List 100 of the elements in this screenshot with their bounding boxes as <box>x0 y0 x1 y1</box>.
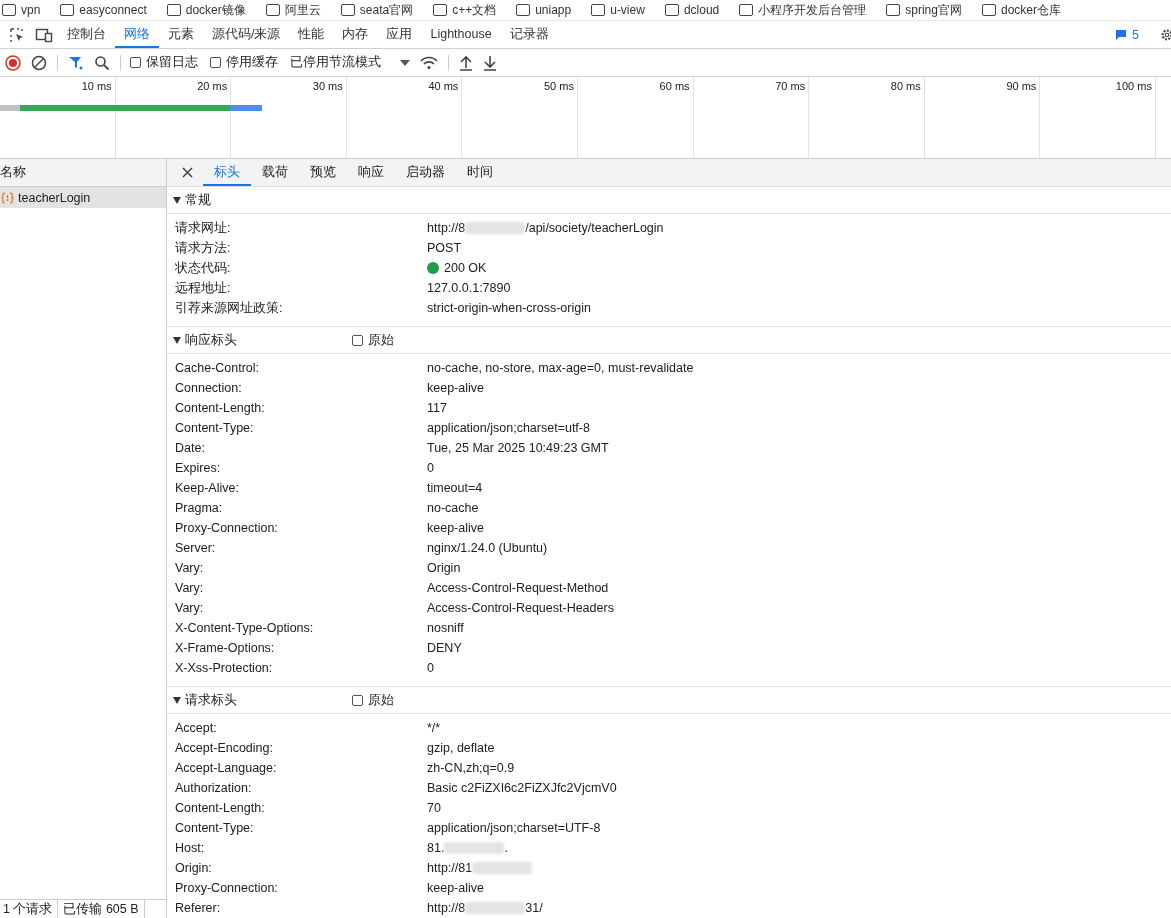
checkbox[interactable] <box>352 694 363 706</box>
folder-icon[interactable] <box>591 4 606 16</box>
header-value: Access-Control-Request-Headers <box>427 601 614 615</box>
folder-icon[interactable] <box>886 4 901 16</box>
checkbox-label[interactable]: 停用缓存 <box>226 54 278 71</box>
folder-icon[interactable] <box>516 4 531 16</box>
detail-tab[interactable]: 载荷 <box>251 159 299 186</box>
caret-icon[interactable] <box>400 59 410 66</box>
column-header[interactable]: 名称 <box>0 159 166 187</box>
folder-icon[interactable] <box>433 4 448 16</box>
header-name: Cache-Control: <box>174 361 261 375</box>
header-value: keep-alive <box>427 881 484 895</box>
checkbox[interactable] <box>130 57 141 68</box>
header-name: Content-Type: <box>174 821 255 835</box>
header-name: Content-Length: <box>174 401 266 415</box>
collapse-triangle-icon[interactable] <box>173 336 181 344</box>
folder-icon[interactable] <box>166 4 181 16</box>
checkbox[interactable] <box>210 57 221 68</box>
bookmark-link[interactable]: uniapp <box>535 3 572 17</box>
header-name: Origin: <box>174 861 213 875</box>
devtools-tab[interactable]: 网络 <box>115 21 159 48</box>
devtools-tab[interactable]: 应用 <box>377 21 422 48</box>
header-name: Date: <box>174 441 206 455</box>
status-text: 1 个请求 <box>0 900 59 918</box>
upload-icon[interactable] <box>459 54 473 71</box>
header-name: Accept: <box>174 721 218 735</box>
devtools-tab[interactable]: 元素 <box>159 21 203 48</box>
header-value: nosniff <box>427 621 464 635</box>
header-value: 31/ <box>525 901 543 915</box>
bookmark-link[interactable]: 阿里云 <box>284 3 321 17</box>
checkbox-label[interactable]: 原始 <box>368 691 394 709</box>
header-name: X-Frame-Options: <box>174 641 276 655</box>
folder-icon[interactable] <box>340 4 355 16</box>
checkbox[interactable] <box>352 334 363 346</box>
header-name: X-Content-Type-Options: <box>174 621 315 635</box>
detail-tab[interactable]: 响应 <box>347 159 395 186</box>
folder-icon[interactable] <box>2 4 16 16</box>
header-value: timeout=4 <box>427 481 483 495</box>
issues-count[interactable]: 5 <box>1132 27 1139 42</box>
bookmark-link[interactable]: easyconnect <box>79 3 147 17</box>
close-icon[interactable] <box>182 167 193 178</box>
section-title[interactable]: 响应标头 <box>185 331 348 349</box>
detail-tab[interactable]: 启动器 <box>395 159 456 186</box>
throttling-dropdown[interactable]: 已停用节流模式 <box>290 54 381 71</box>
bookmark-link[interactable]: seata官网 <box>359 3 414 17</box>
section-title[interactable]: 常规 <box>185 191 348 209</box>
header-value: Origin <box>427 561 461 575</box>
message-icon[interactable] <box>1115 28 1128 41</box>
devtools-tab[interactable]: 性能 <box>289 21 334 48</box>
header-name: 远程地址: <box>174 279 232 297</box>
folder-icon[interactable] <box>739 4 754 16</box>
timeline-tick-label: 80 ms <box>890 80 921 92</box>
header-name: Pragma: <box>174 501 224 515</box>
detail-tab[interactable]: 预览 <box>299 159 347 186</box>
detail-tab[interactable]: 时间 <box>456 159 504 186</box>
fetch-request-icon <box>1 191 14 204</box>
header-value: 127.0.0.1:7890 <box>427 281 511 295</box>
folder-icon[interactable] <box>60 4 75 16</box>
bookmark-link[interactable]: dcloud <box>683 3 720 17</box>
collapse-triangle-icon[interactable] <box>173 196 181 204</box>
devtools-tab[interactable]: 控制台 <box>58 21 115 48</box>
devtools-tab[interactable]: 源代码/来源 <box>203 21 290 48</box>
bookmark-link[interactable]: spring官网 <box>905 3 962 17</box>
collapse-triangle-icon[interactable] <box>173 696 181 704</box>
request-name[interactable]: teacherLogin <box>18 190 91 205</box>
bookmark-link[interactable]: vpn <box>21 3 41 17</box>
clear-icon[interactable] <box>31 54 47 71</box>
section-title[interactable]: 请求标头 <box>185 691 348 709</box>
download-icon[interactable] <box>483 54 497 71</box>
header-value: http://81 <box>427 861 473 875</box>
timeline-tick-label: 50 ms <box>544 80 574 92</box>
folder-icon[interactable] <box>664 4 679 16</box>
folder-icon[interactable] <box>981 4 996 16</box>
bookmark-link[interactable]: 小程序开发后台管理 <box>758 3 867 17</box>
device-toggle-icon[interactable] <box>35 26 53 43</box>
folder-icon[interactable] <box>265 4 280 16</box>
inspect-element-icon[interactable] <box>9 26 25 43</box>
header-name: X-Xss-Protection: <box>174 661 274 675</box>
stop-recording-icon[interactable] <box>5 54 21 71</box>
filter-icon[interactable] <box>68 54 84 71</box>
bookmark-link[interactable]: c++文档 <box>452 3 497 17</box>
header-value: nginx/1.24.0 (Ubuntu) <box>427 541 548 555</box>
bookmark-link[interactable]: docker仓库 <box>1000 3 1061 17</box>
search-icon[interactable] <box>94 54 110 71</box>
checkbox-label[interactable]: 原始 <box>368 331 394 349</box>
header-name: 引荐来源网址政策: <box>174 299 284 317</box>
header-value: 117 <box>427 401 447 415</box>
devtools-tab[interactable]: 内存 <box>333 21 378 48</box>
bookmark-link[interactable]: u-view <box>610 3 645 17</box>
detail-tab[interactable]: 标头 <box>203 159 251 186</box>
devtools-tab[interactable]: Lighthouse <box>421 21 501 48</box>
request-row[interactable]: teacherLogin <box>0 187 166 208</box>
header-value: 0 <box>427 461 434 475</box>
header-value: keep-alive <box>427 521 484 535</box>
checkbox-label[interactable]: 保留日志 <box>146 54 198 71</box>
header-name: Vary: <box>174 601 205 615</box>
devtools-tab[interactable]: 记录器 <box>500 21 558 48</box>
header-value: 200 OK <box>444 261 487 275</box>
wifi-settings-icon[interactable] <box>420 55 438 70</box>
bookmark-link[interactable]: docker镜像 <box>185 3 246 17</box>
